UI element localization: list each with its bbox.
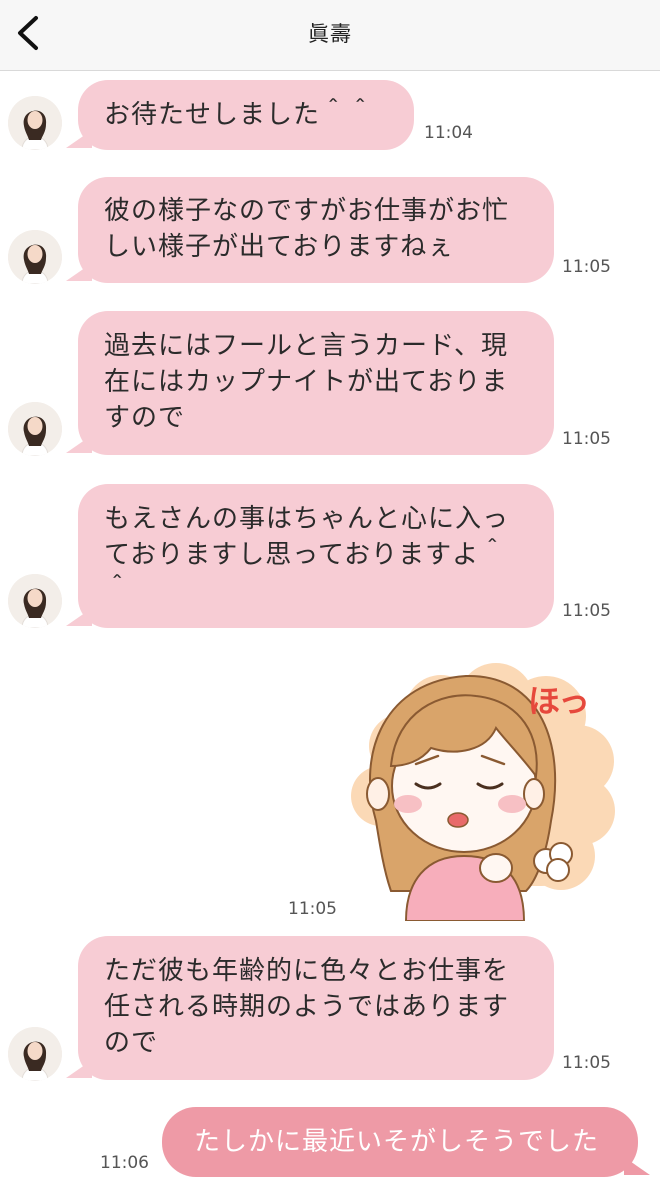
message-bubble[interactable]: 彼の様子なのですがお仕事がお忙しい様子が出ておりますねぇ <box>66 177 554 283</box>
message-bubble[interactable]: たしかに最近いそがしそうでした <box>162 1107 650 1177</box>
avatar[interactable] <box>8 96 62 150</box>
message-time: 11:05 <box>562 1053 611 1073</box>
message-bubble[interactable]: ただ彼も年齢的に色々とお仕事を任される時期のようではありますので <box>66 936 554 1080</box>
sticker-image[interactable]: ほっ <box>346 656 616 922</box>
message-text: たしかに最近いそがしそうでした <box>194 1127 600 1157</box>
message-bubble[interactable]: お待たせしました＾＾ <box>66 80 414 150</box>
message-time: 11:05 <box>562 257 611 277</box>
chat-header: 眞壽 <box>0 0 660 71</box>
message-list[interactable]: お待たせしました＾＾ 11:04 彼の様子なのですがお仕事がお忙しい様子が出てお… <box>0 71 660 1199</box>
sticker-text: ほっ <box>528 682 590 720</box>
message-text: もえさんの事はちゃんと心に入っておりますし思っておりますよ＾＾ <box>104 504 510 606</box>
avatar[interactable] <box>8 1027 62 1081</box>
message-time: 11:05 <box>562 601 611 621</box>
message-time: 11:05 <box>562 429 611 449</box>
message-time: 11:05 <box>288 899 337 919</box>
message-text: ただ彼も年齢的に色々とお仕事を任される時期のようではありますので <box>104 956 510 1058</box>
message-time: 11:06 <box>100 1153 149 1173</box>
avatar[interactable] <box>8 402 62 456</box>
message-bubble[interactable]: もえさんの事はちゃんと心に入っておりますし思っておりますよ＾＾ <box>66 484 554 628</box>
message-text: お待たせしました＾＾ <box>104 100 375 130</box>
message-text: 彼の様子なのですがお仕事がお忙しい様子が出ておりますねぇ <box>104 196 510 262</box>
avatar-image <box>8 402 62 456</box>
message-time: 11:04 <box>424 123 473 143</box>
message-bubble[interactable]: 過去にはフールと言うカード、現在にはカップナイトが出ておりますので <box>66 311 554 455</box>
message-text: 過去にはフールと言うカード、現在にはカップナイトが出ておりますので <box>104 331 509 433</box>
avatar-image <box>8 230 62 284</box>
avatar-image <box>8 574 62 628</box>
avatar-image <box>8 96 62 150</box>
avatar-image <box>8 1027 62 1081</box>
avatar[interactable] <box>8 230 62 284</box>
avatar[interactable] <box>8 574 62 628</box>
chat-title: 眞壽 <box>308 22 352 46</box>
